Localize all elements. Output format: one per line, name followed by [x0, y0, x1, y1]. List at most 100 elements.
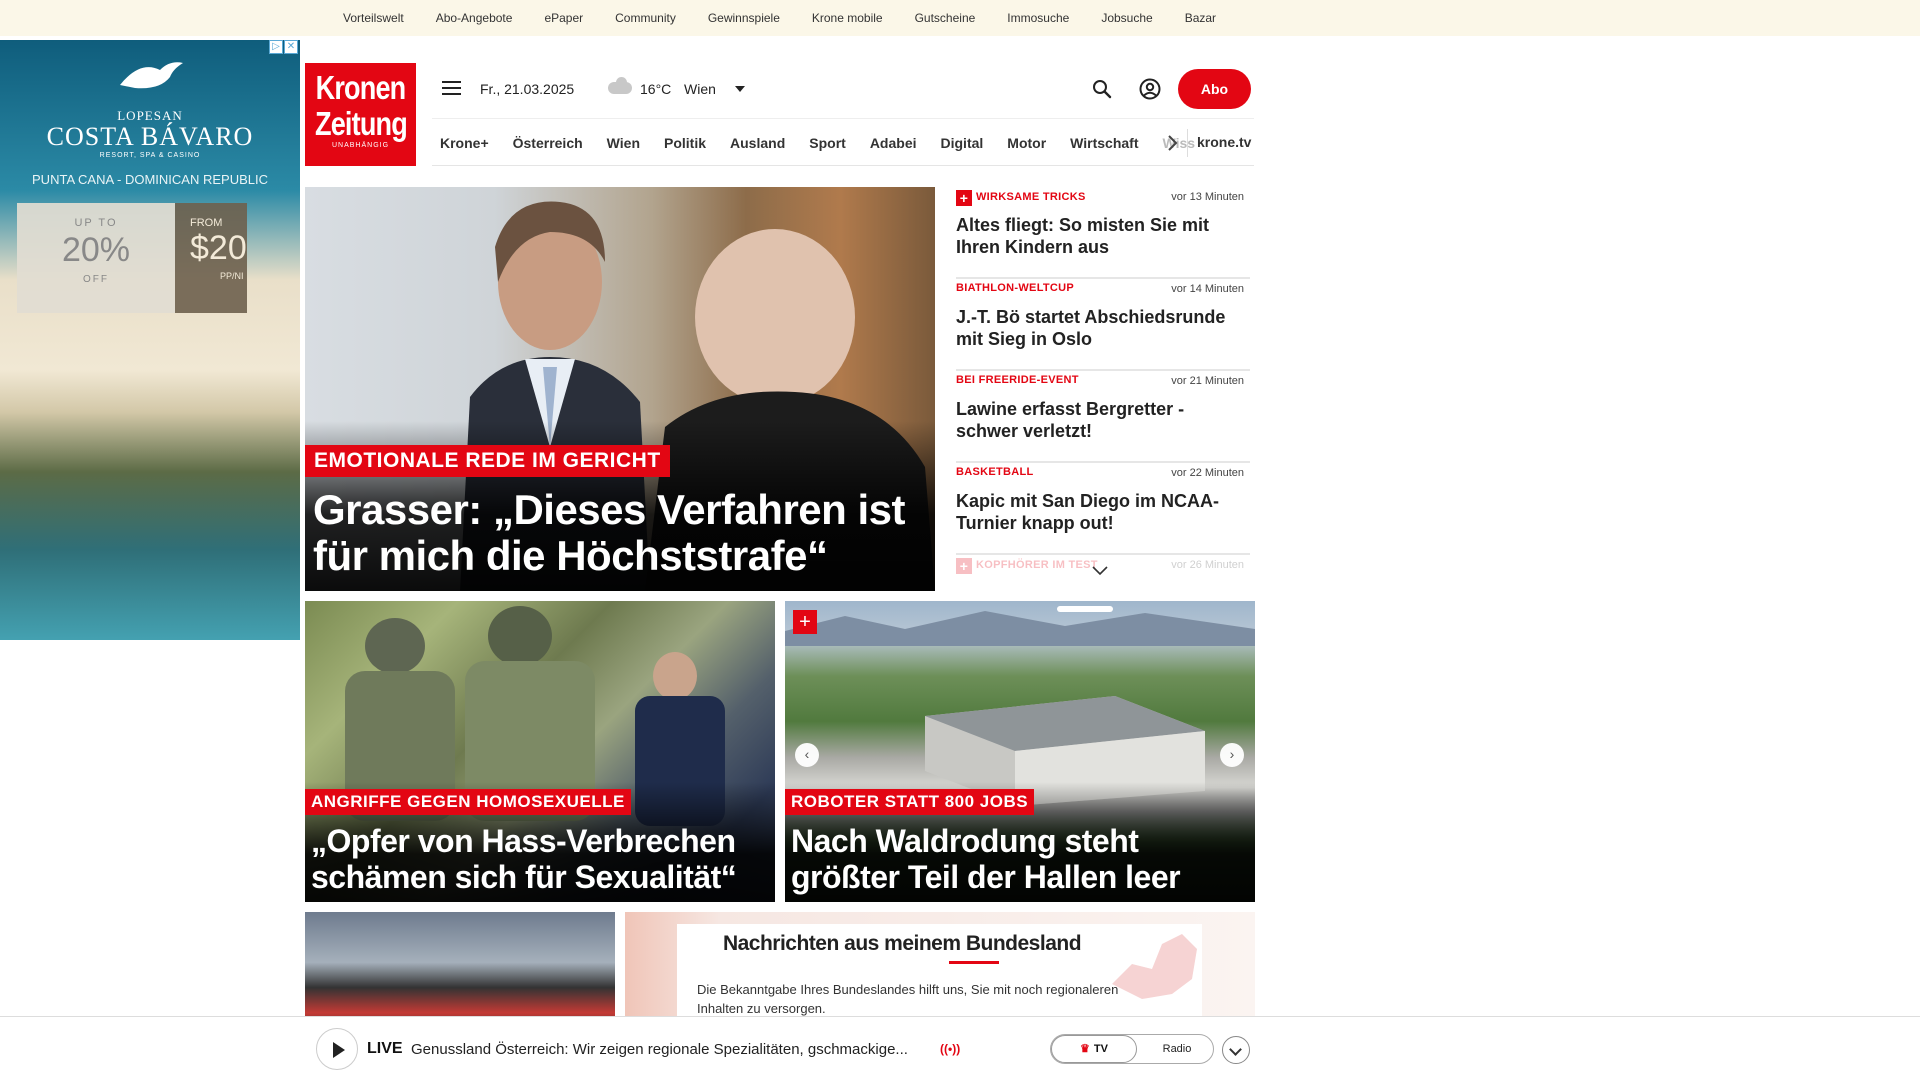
menu-icon[interactable]	[442, 81, 461, 96]
krone-plus-icon: +	[956, 558, 972, 574]
news-ticker: + WIRKSAME TRICKS vor 13 Minuten Altes fl…	[956, 187, 1250, 587]
ticker-category: BIATHLON-WELTCUP	[956, 282, 1075, 294]
nav-item-oesterreich[interactable]: Österreich	[513, 135, 583, 151]
service-link-abo-angebote[interactable]: Abo-Angebote	[436, 11, 513, 25]
service-bar: Vorteilswelt Abo-Angebote ePaper Communi…	[0, 0, 1920, 36]
hero-headline[interactable]: Grasser: „Dieses Verfahren ist für mich …	[313, 487, 923, 579]
bundesland-description: Die Bekanntgabe Ihres Bundeslandes hilft…	[697, 982, 1119, 1016]
ticker-item[interactable]: BIATHLON-WELTCUP vor 14 Minuten J.-T. Bö…	[956, 279, 1250, 371]
ticker-category: BASKETBALL	[956, 466, 1034, 478]
service-link-bazar[interactable]: Bazar	[1185, 11, 1216, 25]
ticker-category: + WIRKSAME TRICKS	[956, 190, 1086, 206]
hero-article[interactable]: EMOTIONALE REDE IM GERICHT Grasser: „Die…	[305, 187, 935, 591]
ad-discount-value: 20%	[61, 231, 131, 269]
chevron-down-icon[interactable]	[1091, 565, 1109, 577]
live-player-bar: LIVE Genussland Österreich: Wir zeigen r…	[0, 1016, 1920, 1080]
bird-logo-icon	[120, 62, 183, 89]
crown-icon: ♛	[1080, 1043, 1090, 1055]
nav-items: Krone+ Österreich Wien Politik Ausland S…	[440, 119, 1219, 167]
service-link-gewinnspiele[interactable]: Gewinnspiele	[708, 11, 780, 25]
nav-item-krone-plus[interactable]: Krone+	[440, 135, 489, 151]
service-link-epaper[interactable]: ePaper	[544, 11, 583, 25]
current-date: Fr., 21.03.2025	[480, 81, 575, 97]
nav-item-wien[interactable]: Wien	[607, 135, 640, 151]
nav-divider	[1187, 129, 1188, 157]
nav-item-politik[interactable]: Politik	[664, 135, 706, 151]
logo-line-1: Kronen	[315, 69, 407, 106]
tv-radio-switch[interactable]: ♛ TV Radio	[1050, 1034, 1214, 1064]
service-link-immosuche[interactable]: Immosuche	[1007, 11, 1069, 25]
play-button[interactable]	[316, 1028, 358, 1070]
ticker-category: + KOPFHÖRER IM TEST	[956, 558, 1098, 574]
carousel-indicator[interactable]	[1057, 606, 1113, 612]
ad-price-box: FROM $20 PP/NI	[175, 203, 247, 313]
ticker-title[interactable]: Altes fliegt: So misten Sie mit Ihren Ki…	[956, 214, 1241, 258]
broadcast-icon: ((•))	[940, 1042, 961, 1056]
ad-discount-upto: UP TO	[74, 217, 118, 229]
card-kicker: ANGRIFFE GEGEN HOMOSEXUELLE	[305, 789, 631, 815]
card-headline[interactable]: „Opfer von Hass-Verbrechen schämen sich …	[311, 823, 775, 895]
ticker-title[interactable]: Kapic mit San Diego im NCAA-Turnier knap…	[956, 490, 1241, 534]
article-carousel[interactable]: + ‹ › ROBOTER STATT 800 JOBS Nach Waldro…	[785, 601, 1255, 902]
user-account-icon[interactable]	[1139, 78, 1161, 100]
service-link-community[interactable]: Community	[615, 11, 676, 25]
nav-item-adabei[interactable]: Adabei	[870, 135, 917, 151]
ad-banner[interactable]: ▷ ✕ LOPESAN COSTA BÁVARO RESORT, SPA & C…	[0, 40, 300, 640]
ad-price-from: FROM	[190, 217, 223, 229]
ticker-item[interactable]: + WIRKSAME TRICKS vor 13 Minuten Altes fl…	[956, 187, 1250, 279]
nav-item-sport[interactable]: Sport	[809, 135, 846, 151]
ad-price-unit: PP/NI	[220, 271, 244, 281]
ad-choices[interactable]: ▷ ✕	[269, 40, 298, 54]
chevron-down-icon[interactable]	[735, 86, 745, 92]
service-link-jobsuche[interactable]: Jobsuche	[1101, 11, 1152, 25]
ticker-time: vor 21 Minuten	[1171, 375, 1244, 387]
ticker-item[interactable]: BASKETBALL vor 22 Minuten Kapic mit San …	[956, 463, 1250, 555]
service-link-vorteilswelt[interactable]: Vorteilswelt	[343, 11, 404, 25]
ad-location: PUNTA CANA - DOMINICAN REPUBLIC	[32, 172, 268, 187]
live-program-title[interactable]: Genussland Österreich: Wir zeigen region…	[411, 1041, 908, 1058]
abo-button[interactable]: Abo	[1178, 69, 1251, 109]
ad-price-value: $20	[190, 229, 247, 267]
hero-kicker: EMOTIONALE REDE IM GERICHT	[305, 445, 670, 477]
ad-info-icon[interactable]: ▷	[269, 40, 283, 54]
article-card[interactable]: ANGRIFFE GEGEN HOMOSEXUELLE „Opfer von H…	[305, 601, 775, 902]
ticker-title[interactable]: J.-T. Bö startet Abschiedsrunde mit Sieg…	[956, 306, 1241, 350]
tv-toggle[interactable]: ♛ TV	[1051, 1035, 1137, 1063]
weather-temperature: 16°C	[640, 81, 672, 97]
radio-toggle[interactable]: Radio	[1147, 1035, 1207, 1063]
krone-plus-icon: +	[956, 190, 972, 206]
ticker-title[interactable]: Lawine erfasst Bergretter - schwer verle…	[956, 398, 1241, 442]
main-nav: Krone+ Österreich Wien Politik Ausland S…	[432, 118, 1254, 166]
krone-plus-icon: +	[793, 610, 817, 634]
card-kicker: ROBOTER STATT 800 JOBS	[785, 789, 1035, 815]
ad-discount-box: UP TO 20% OFF	[17, 203, 175, 313]
carousel-prev-button[interactable]: ‹	[795, 743, 819, 767]
service-link-krone-mobile[interactable]: Krone mobile	[812, 11, 883, 25]
ticker-time: vor 26 Minuten	[1171, 559, 1244, 571]
nav-item-krone-tv[interactable]: krone.tv	[1197, 134, 1251, 150]
search-icon[interactable]	[1092, 79, 1112, 99]
nav-item-motor[interactable]: Motor	[1007, 135, 1046, 151]
service-link-gutscheine[interactable]: Gutscheine	[915, 11, 976, 25]
ticker-time: vor 13 Minuten	[1171, 191, 1244, 203]
weather-cloud-icon	[608, 77, 632, 94]
logo-line-2: Zeitung	[314, 105, 408, 142]
ticker-item[interactable]: BEI FREERIDE-EVENT vor 21 Minuten Lawine…	[956, 371, 1250, 463]
chevron-right-icon[interactable]	[1162, 133, 1182, 153]
ad-brand-sub: RESORT, SPA & CASINO	[99, 152, 201, 159]
ticker-category: BEI FREERIDE-EVENT	[956, 374, 1079, 386]
nav-item-digital[interactable]: Digital	[941, 135, 984, 151]
ad-close-icon[interactable]: ✕	[284, 40, 298, 54]
city-selector[interactable]: Wien	[684, 81, 716, 97]
collapse-player-button[interactable]	[1222, 1036, 1250, 1064]
bundesland-title: Nachrichten aus meinem Bundesland	[722, 932, 1082, 955]
nav-item-wirtschaft[interactable]: Wirtschaft	[1070, 135, 1138, 151]
ad-brand: COSTA BÁVARO	[46, 122, 254, 151]
service-links: Vorteilswelt Abo-Angebote ePaper Communi…	[343, 0, 1248, 36]
carousel-next-button[interactable]: ›	[1220, 743, 1244, 767]
card-headline[interactable]: Nach Waldrodung steht größter Teil der H…	[791, 823, 1255, 895]
nav-item-ausland[interactable]: Ausland	[730, 135, 785, 151]
logo-tagline: UNABHÄNGIG	[331, 142, 390, 149]
site-logo[interactable]: Kronen Zeitung UNABHÄNGIG	[305, 63, 416, 166]
ticker-time: vor 22 Minuten	[1171, 467, 1244, 479]
